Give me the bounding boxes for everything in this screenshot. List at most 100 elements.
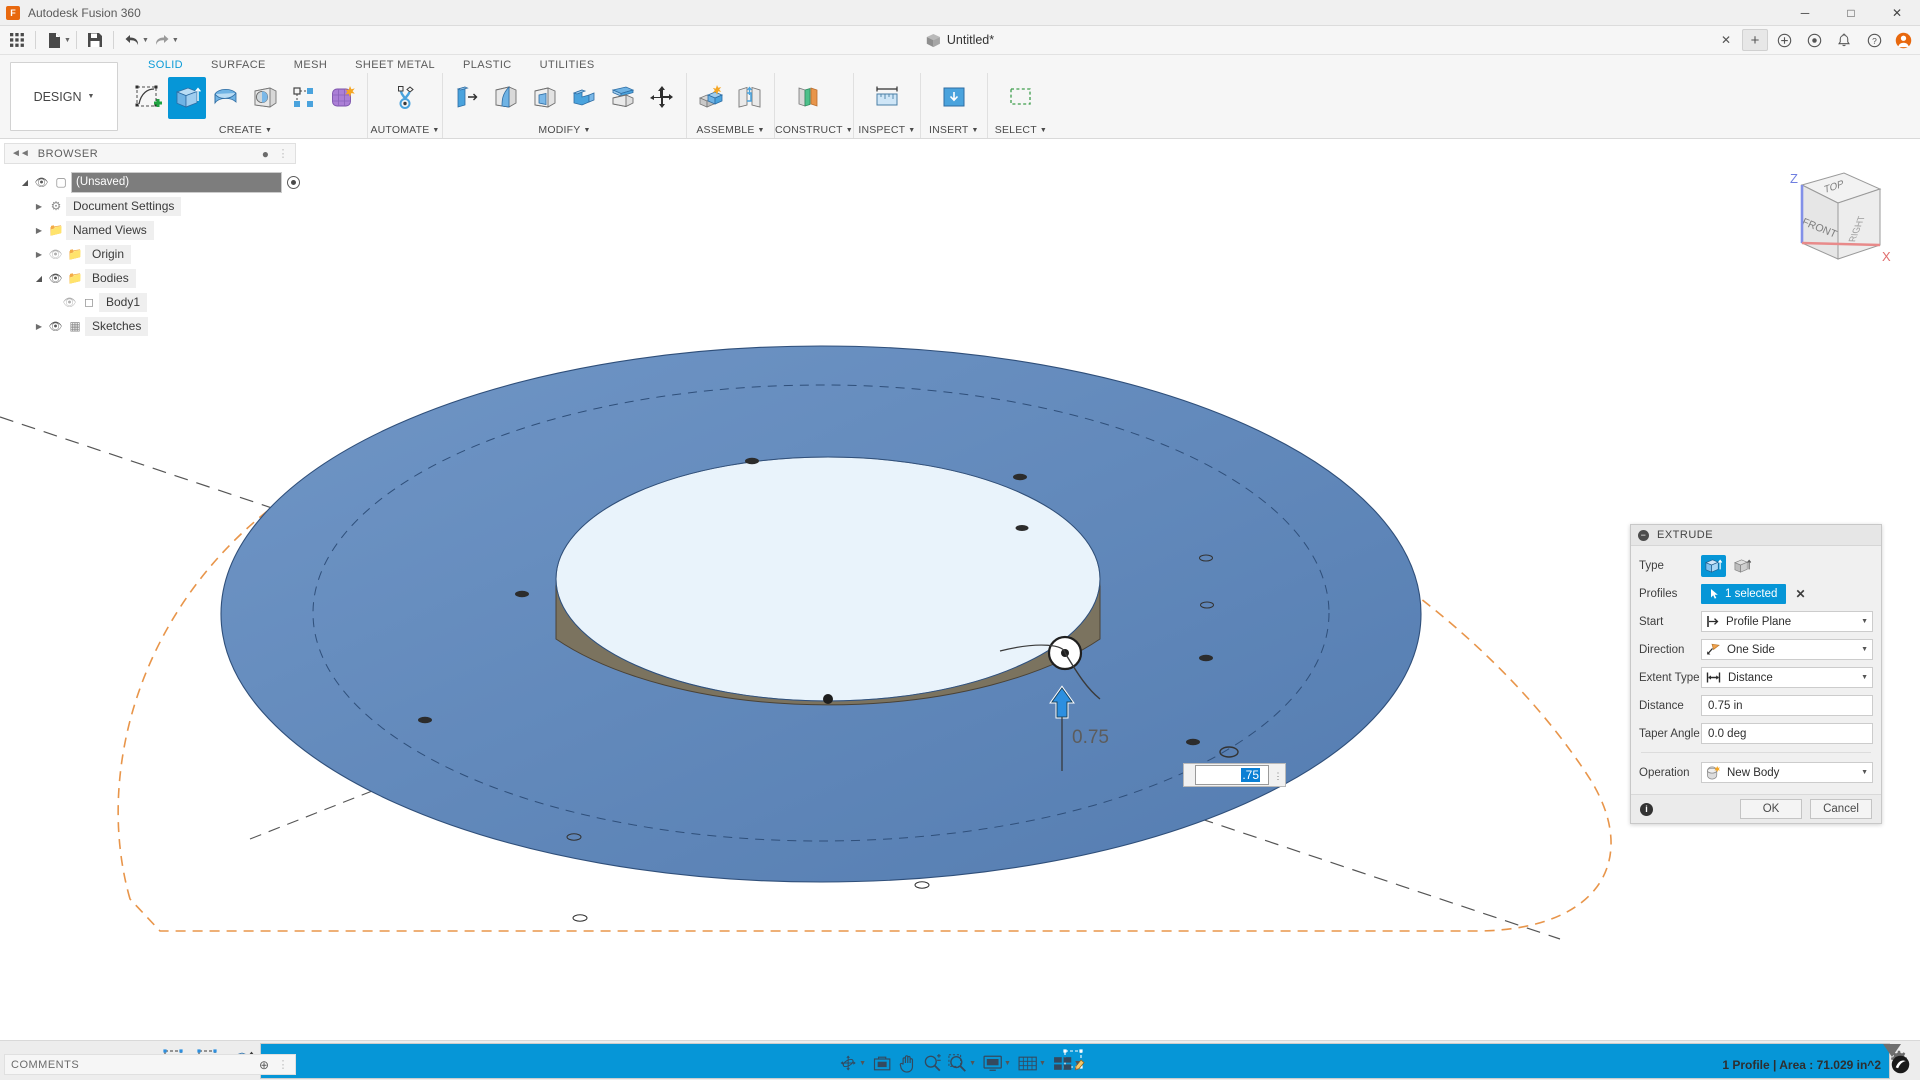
save-icon[interactable] [82, 28, 108, 53]
add-tab-icon[interactable]: + [1742, 29, 1768, 51]
minimize-dialog-icon[interactable]: − [1638, 529, 1649, 541]
orbit-icon[interactable]: ▼ [836, 1051, 869, 1075]
create-sketch-icon[interactable] [129, 77, 167, 119]
tree-node-body1[interactable]: 👁 ◻ Body1 [0, 290, 300, 314]
create-form-icon[interactable] [324, 77, 362, 119]
cancel-button[interactable]: Cancel [1810, 799, 1872, 819]
resize-grip[interactable]: ⋮ [278, 1058, 290, 1071]
start-dropdown[interactable]: Profile Plane ▼ [1701, 611, 1873, 632]
expand-arrow-icon[interactable]: ◢ [18, 178, 32, 187]
revolve-icon[interactable] [207, 77, 245, 119]
move-copy-icon[interactable] [643, 77, 681, 119]
tab-surface[interactable]: SURFACE [197, 59, 280, 73]
select-window-icon[interactable] [1002, 77, 1040, 119]
panel-label-assemble[interactable]: ASSEMBLE ▼ [687, 123, 774, 138]
taper-angle-input[interactable]: 0.0 deg [1701, 723, 1873, 744]
extent-type-dropdown[interactable]: Distance ▼ [1701, 667, 1873, 688]
measure-icon[interactable] [868, 77, 906, 119]
visibility-eye-icon[interactable]: 👁 [32, 176, 51, 189]
pattern-icon[interactable] [285, 77, 323, 119]
close-tab-icon[interactable]: ✕ [1712, 28, 1740, 53]
add-comment-icon[interactable]: ⊕ [259, 1058, 270, 1072]
extrude-dialog[interactable]: − EXTRUDE Type Profiles 1 selected ✕ Sta… [1630, 524, 1882, 824]
viewports-icon[interactable]: ▼ [1050, 1051, 1084, 1075]
new-component-icon[interactable] [692, 77, 730, 119]
comments-panel[interactable]: COMMENTS ⊕ ⋮ [4, 1054, 296, 1075]
minimize-button[interactable]: ─ [1782, 0, 1828, 25]
info-icon[interactable]: i [1640, 802, 1653, 816]
direction-dropdown[interactable]: One Side ▼ [1701, 639, 1873, 660]
visibility-eye-off-icon[interactable]: 👁 [46, 248, 65, 261]
visibility-eye-icon[interactable]: 👁 [46, 320, 65, 333]
panel-label-construct[interactable]: CONSTRUCT ▼ [775, 123, 853, 138]
expand-arrow-icon[interactable]: ▶ [32, 202, 46, 211]
panel-label-inspect[interactable]: INSPECT ▼ [854, 123, 920, 138]
tree-node-document-settings[interactable]: ▶ ⚙ Document Settings [0, 194, 300, 218]
canvas-distance-input[interactable]: .75 ⋮ [1183, 763, 1286, 787]
panel-label-automate[interactable]: AUTOMATE ▼ [368, 123, 442, 138]
account-avatar[interactable] [1890, 29, 1916, 51]
visibility-eye-icon[interactable]: 👁 [46, 272, 65, 285]
resize-grip[interactable]: ⋮ [278, 147, 290, 160]
grid-snaps-icon[interactable]: ▼ [1015, 1051, 1049, 1075]
look-at-icon[interactable] [870, 1051, 894, 1075]
profiles-selection-chip[interactable]: 1 selected [1701, 583, 1787, 604]
maximize-button[interactable]: □ [1828, 0, 1874, 25]
tree-node-origin[interactable]: ▶ 👁 📁 Origin [0, 242, 300, 266]
collapse-icon[interactable]: ◄◄ [11, 148, 30, 159]
combine-icon[interactable] [565, 77, 603, 119]
extrude-profile-icon[interactable] [1701, 554, 1726, 577]
tab-utilities[interactable]: UTILITIES [526, 59, 609, 73]
notifications-bell-icon[interactable] [1830, 28, 1858, 53]
tree-node-named-views[interactable]: ▶ 📁 Named Views [0, 218, 300, 242]
workspace-selector[interactable]: DESIGN ▼ [10, 62, 118, 131]
tab-solid[interactable]: SOLID [134, 59, 197, 73]
fillet-icon[interactable] [487, 77, 525, 119]
clear-profiles-button[interactable]: ✕ [1795, 587, 1805, 601]
close-button[interactable]: ✕ [1874, 0, 1920, 25]
extrude-dialog-header[interactable]: − EXTRUDE [1631, 525, 1881, 546]
help-circle-icon[interactable] [1800, 28, 1828, 53]
expand-arrow-icon[interactable]: ▶ [32, 322, 46, 331]
input-drag-grip[interactable] [1184, 764, 1193, 786]
display-settings-icon[interactable]: ▼ [980, 1051, 1014, 1075]
extensions-icon[interactable] [1770, 28, 1798, 53]
panel-label-modify[interactable]: MODIFY ▼ [443, 123, 686, 138]
browser-options-icon[interactable]: ● [262, 147, 270, 161]
tab-sheet-metal[interactable]: SHEET METAL [341, 59, 449, 73]
tab-mesh[interactable]: MESH [280, 59, 341, 73]
panel-label-create[interactable]: CREATE ▼ [124, 123, 367, 138]
split-face-icon[interactable] [604, 77, 642, 119]
chevron-down-icon[interactable]: ▼ [172, 37, 179, 44]
chevron-down-icon[interactable]: ▼ [64, 37, 71, 44]
offset-plane-icon[interactable] [789, 77, 827, 119]
visibility-eye-off-icon[interactable]: 👁 [60, 296, 79, 309]
joint-icon[interactable] [731, 77, 769, 119]
zoom-window-icon[interactable]: ▼ [945, 1051, 979, 1075]
ok-button[interactable]: OK [1740, 799, 1802, 819]
pan-icon[interactable] [895, 1051, 919, 1075]
view-cube[interactable]: TOP FRONT RIGHT Z X [1772, 161, 1892, 279]
automate-topology-icon[interactable] [386, 77, 424, 119]
expand-arrow-icon[interactable]: ◢ [32, 274, 46, 283]
tree-node-unsaved[interactable]: ◢ 👁 ▢ (Unsaved) [0, 170, 300, 194]
distance-input[interactable]: 0.75 in [1701, 695, 1873, 716]
operation-dropdown[interactable]: New Body ▼ [1701, 762, 1873, 783]
input-options-icon[interactable]: ⋮ [1271, 772, 1285, 781]
zoom-icon[interactable] [920, 1051, 944, 1075]
tree-node-sketches[interactable]: ▶ 👁 ▦ Sketches [0, 314, 300, 338]
insert-derive-icon[interactable] [935, 77, 973, 119]
shell-icon[interactable] [526, 77, 564, 119]
active-component-radio[interactable] [287, 175, 300, 189]
canvas-distance-field[interactable]: .75 [1195, 765, 1269, 785]
panel-label-select[interactable]: SELECT ▼ [988, 123, 1054, 138]
press-pull-icon[interactable] [448, 77, 486, 119]
expand-arrow-icon[interactable]: ▶ [32, 250, 46, 259]
expand-arrow-icon[interactable]: ▶ [32, 226, 46, 235]
chevron-down-icon[interactable]: ▼ [142, 37, 149, 44]
panel-label-insert[interactable]: INSERT ▼ [921, 123, 987, 138]
fusion-badge-icon[interactable] [1891, 1055, 1910, 1074]
tab-plastic[interactable]: PLASTIC [449, 59, 526, 73]
extrude-thin-icon[interactable] [1730, 555, 1755, 577]
sweep-icon[interactable] [246, 77, 284, 119]
